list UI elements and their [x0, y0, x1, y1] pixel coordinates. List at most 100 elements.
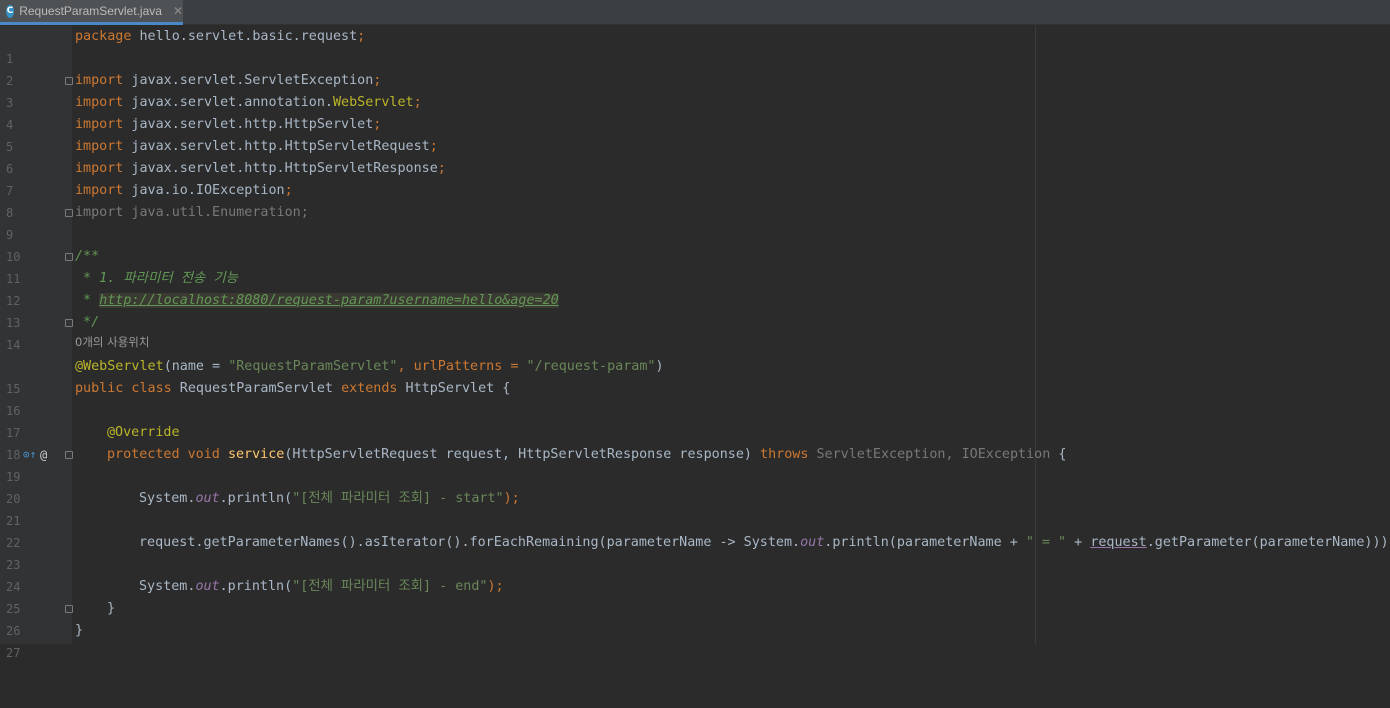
code-text: , urlPatterns =: [397, 359, 527, 374]
code-line: 25 System.out.println("[전체 파라미터 조회] - en…: [0, 576, 1390, 616]
package-name: hello.servlet.basic.request: [131, 29, 358, 44]
java-class-icon: C: [6, 4, 15, 18]
code-line: 14 */: [0, 312, 1390, 352]
unused-import: import java.util.Enumeration;: [75, 205, 309, 220]
code-line: 3 import javax.servlet.ServletException;: [0, 70, 1390, 110]
keyword: package: [75, 29, 132, 44]
code-text: System.: [139, 579, 196, 594]
code-line: 24: [0, 554, 1390, 594]
semicolon: ;: [357, 29, 366, 44]
fold-toggle-icon[interactable]: [65, 319, 73, 327]
semicolon: ;: [373, 117, 382, 132]
code-line: 17: [0, 400, 1390, 440]
keyword: import: [75, 161, 124, 176]
annotation: @Override: [107, 425, 180, 440]
code-line: 19 ⊙↑ @ protected void service(HttpServl…: [0, 444, 1390, 484]
semicolon: ;: [429, 139, 438, 154]
static-field: out: [195, 491, 220, 506]
code-line: 21 System.out.println("[전체 파라미터 조회] - st…: [0, 488, 1390, 528]
keyword: public class: [75, 381, 172, 396]
fold-toggle-icon[interactable]: [65, 209, 73, 217]
code-line: 15 @WebServlet(name = "RequestParamServl…: [0, 356, 1390, 396]
string-literal: "/request-param": [526, 359, 656, 374]
semicolon: ;: [373, 73, 382, 88]
code-line: 16 public class RequestParamServlet exte…: [0, 378, 1390, 418]
keyword: extends: [341, 381, 398, 396]
string-literal: "RequestParamServlet": [228, 359, 398, 374]
import-path: java.io.IOException: [123, 183, 285, 198]
usage-hint-line: 0개의 사용위치: [0, 334, 1390, 356]
keyword: throws: [760, 447, 809, 462]
annotation: @WebServlet: [75, 359, 164, 374]
doc-comment: /**: [75, 249, 100, 264]
code-line: 9 import java.util.Enumeration;: [0, 202, 1390, 242]
code-text: request.getParameterNames().asIterator()…: [139, 535, 801, 550]
code-text: ): [655, 359, 664, 374]
import-path: javax.servlet.ServletException: [123, 73, 374, 88]
code-line: 2: [0, 48, 1390, 88]
code-text: .println(: [219, 491, 293, 506]
code-text: System.: [139, 491, 196, 506]
close-icon[interactable]: ✕: [173, 4, 183, 18]
semicolon: ;: [437, 161, 446, 176]
class-name: RequestParamServlet: [171, 381, 342, 396]
code-text: {: [1050, 447, 1067, 462]
code-line: 4 import javax.servlet.annotation.WebSer…: [0, 92, 1390, 132]
exception-list: ServletException, IOException: [808, 447, 1051, 462]
static-field: out: [800, 535, 825, 550]
code-editor[interactable]: 1 package hello.servlet.basic.request; 2…: [0, 26, 1390, 660]
doc-comment: */: [75, 315, 100, 330]
doc-comment: *: [75, 293, 100, 308]
usages-inlay-hint[interactable]: 0개의 사용위치: [75, 334, 149, 350]
code-text: (name =: [163, 359, 229, 374]
comment-url-link[interactable]: http://localhost:8080/request-param?user…: [99, 293, 559, 308]
line-number: 27: [6, 646, 21, 660]
fold-toggle-icon[interactable]: [65, 253, 73, 261]
code-line: 11 /**: [0, 246, 1390, 286]
doc-comment: * 1. 파라미터 전송 기능: [75, 271, 239, 286]
editor-tab-bar: C RequestParamServlet.java ✕: [0, 0, 1390, 25]
code-line: 18 @Override: [0, 422, 1390, 462]
string-literal: "[전체 파라미터 조회] - start": [292, 491, 504, 506]
override-method-icon[interactable]: ⊙↑: [23, 444, 36, 466]
fold-toggle-icon[interactable]: [65, 77, 73, 85]
keyword: import: [75, 95, 124, 110]
static-field: out: [195, 579, 220, 594]
annotation-gutter-icon[interactable]: @: [40, 444, 47, 466]
code-line: 7 import javax.servlet.http.HttpServletR…: [0, 158, 1390, 198]
tab-request-param-servlet[interactable]: C RequestParamServlet.java ✕: [0, 0, 183, 25]
fold-toggle-icon[interactable]: [65, 451, 73, 459]
annotation-type: WebServlet: [332, 95, 414, 110]
import-path: javax.servlet.annotation.: [123, 95, 333, 110]
code-text: HttpServlet {: [397, 381, 511, 396]
code-line: 20: [0, 466, 1390, 506]
code-line: 1 package hello.servlet.basic.request;: [0, 26, 1390, 66]
import-path: javax.servlet.http.HttpServletResponse: [123, 161, 438, 176]
keyword: import: [75, 73, 124, 88]
keyword: protected void: [107, 447, 220, 462]
semicolon: ;: [284, 183, 293, 198]
code-text: (HttpServletRequest request, HttpServlet…: [284, 447, 761, 462]
code-text: );: [503, 491, 520, 506]
code-line: 6 import javax.servlet.http.HttpServletR…: [0, 136, 1390, 176]
keyword: import: [75, 117, 124, 132]
closing-brace: }: [107, 601, 116, 616]
code-line: 5 import javax.servlet.http.HttpServlet;: [0, 114, 1390, 154]
closing-brace: }: [75, 623, 84, 638]
code-line: 13 * http://localhost:8080/request-param…: [0, 290, 1390, 330]
code-line: 12 * 1. 파라미터 전송 기능: [0, 268, 1390, 308]
string-literal: " = ": [1025, 535, 1067, 550]
import-path: javax.servlet.http.HttpServlet: [123, 117, 374, 132]
method-name: service: [227, 447, 285, 462]
import-path: javax.servlet.http.HttpServletRequest: [123, 139, 430, 154]
code-line: 10: [0, 224, 1390, 264]
fold-toggle-icon[interactable]: [65, 605, 73, 613]
code-line: 8 import java.io.IOException;: [0, 180, 1390, 220]
code-line: 27 }: [0, 620, 1390, 660]
tab-label: RequestParamServlet.java: [19, 4, 162, 18]
code-line: 23 request.getParameterNames().asIterato…: [0, 532, 1390, 572]
code-text: .getParameter(parameterName)));: [1146, 535, 1390, 550]
keyword: import: [75, 139, 124, 154]
captured-variable: request: [1090, 535, 1147, 550]
code-text: .println(parameterName +: [824, 535, 1026, 550]
